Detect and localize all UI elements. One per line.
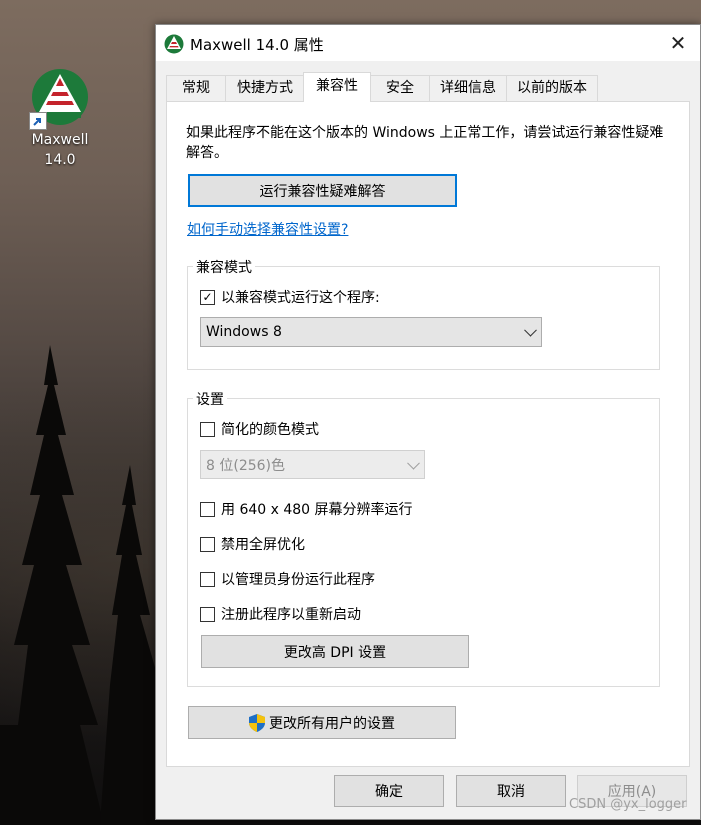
manual-compat-link[interactable]: 如何手动选择兼容性设置? bbox=[187, 219, 348, 239]
run-as-admin-checkbox[interactable] bbox=[200, 571, 215, 587]
csdn-watermark: CSDN @yx_logger bbox=[569, 797, 687, 812]
compat-mode-checkbox-row[interactable]: ✓ 以兼容模式运行这个程序: bbox=[200, 287, 380, 307]
shortcut-arrow-icon bbox=[29, 112, 47, 130]
change-all-users-button[interactable]: 更改所有用户的设置 bbox=[188, 706, 456, 739]
tab-previous-versions[interactable]: 以前的版本 bbox=[506, 75, 598, 101]
compat-mode-checkbox[interactable]: ✓ bbox=[200, 289, 215, 305]
register-restart-checkbox-row[interactable]: 注册此程序以重新启动 bbox=[200, 604, 361, 624]
close-button[interactable]: ✕ bbox=[656, 25, 700, 61]
settings-group-label: 设置 bbox=[193, 389, 227, 409]
tab-compatibility[interactable]: 兼容性 bbox=[303, 72, 371, 102]
disable-fullscreen-checkbox-row[interactable]: 禁用全屏优化 bbox=[200, 534, 305, 554]
reduced-color-label: 简化的颜色模式 bbox=[221, 422, 319, 438]
disable-fullscreen-checkbox[interactable] bbox=[200, 536, 215, 552]
background-trees bbox=[0, 345, 160, 825]
compatibility-page: 如果此程序不能在这个版本的 Windows 上正常工作，请尝试运行兼容性疑难解答… bbox=[166, 101, 690, 767]
register-restart-label: 注册此程序以重新启动 bbox=[221, 607, 361, 623]
color-depth-value: 8 位(256)色 bbox=[206, 457, 286, 474]
change-dpi-button[interactable]: 更改高 DPI 设置 bbox=[201, 635, 469, 668]
maxwell-app-icon bbox=[29, 68, 89, 130]
tab-general[interactable]: 常规 bbox=[166, 75, 226, 101]
reduced-color-checkbox-row[interactable]: 简化的颜色模式 bbox=[200, 419, 319, 439]
compat-description: 如果此程序不能在这个版本的 Windows 上正常工作，请尝试运行兼容性疑难解答… bbox=[186, 125, 664, 161]
color-depth-dropdown[interactable]: 8 位(256)色 bbox=[200, 450, 425, 479]
tab-shortcut[interactable]: 快捷方式 bbox=[225, 75, 305, 101]
res-640-checkbox-row[interactable]: 用 640 x 480 屏幕分辨率运行 bbox=[200, 499, 413, 519]
reduced-color-checkbox[interactable] bbox=[200, 421, 215, 437]
chevron-down-icon bbox=[524, 323, 537, 337]
chevron-down-icon bbox=[407, 456, 420, 470]
run-as-admin-checkbox-row[interactable]: 以管理员身份运行此程序 bbox=[200, 569, 375, 589]
run-troubleshooter-button[interactable]: 运行兼容性疑难解答 bbox=[188, 174, 457, 207]
register-restart-checkbox[interactable] bbox=[200, 606, 215, 622]
uac-shield-icon bbox=[249, 713, 265, 732]
desktop-shortcut-maxwell[interactable]: Maxwell 14.0 bbox=[16, 68, 104, 170]
maxwell-title-icon bbox=[164, 34, 184, 54]
tab-security[interactable]: 安全 bbox=[370, 75, 430, 101]
disable-fullscreen-label: 禁用全屏优化 bbox=[221, 537, 305, 553]
title-bar[interactable]: Maxwell 14.0 属性 ✕ bbox=[156, 25, 700, 61]
compat-mode-checkbox-label: 以兼容模式运行这个程序: bbox=[221, 290, 380, 306]
run-as-admin-label: 以管理员身份运行此程序 bbox=[221, 572, 375, 588]
desktop-shortcut-label: Maxwell 14.0 bbox=[31, 132, 89, 168]
ok-button[interactable]: 确定 bbox=[334, 775, 444, 807]
compat-mode-group-label: 兼容模式 bbox=[193, 257, 255, 277]
tab-details[interactable]: 详细信息 bbox=[429, 75, 507, 101]
close-icon: ✕ bbox=[669, 31, 687, 55]
cancel-button[interactable]: 取消 bbox=[456, 775, 566, 807]
properties-dialog: Maxwell 14.0 属性 ✕ 常规 快捷方式 兼容性 安全 详细信息 以前… bbox=[155, 24, 701, 820]
window-title: Maxwell 14.0 属性 bbox=[190, 36, 324, 54]
res-640-label: 用 640 x 480 屏幕分辨率运行 bbox=[221, 502, 413, 518]
change-all-users-label: 更改所有用户的设置 bbox=[269, 715, 395, 732]
res-640-checkbox[interactable] bbox=[200, 501, 215, 517]
os-version-dropdown[interactable]: Windows 8 bbox=[200, 317, 542, 347]
os-version-value: Windows 8 bbox=[206, 324, 282, 340]
